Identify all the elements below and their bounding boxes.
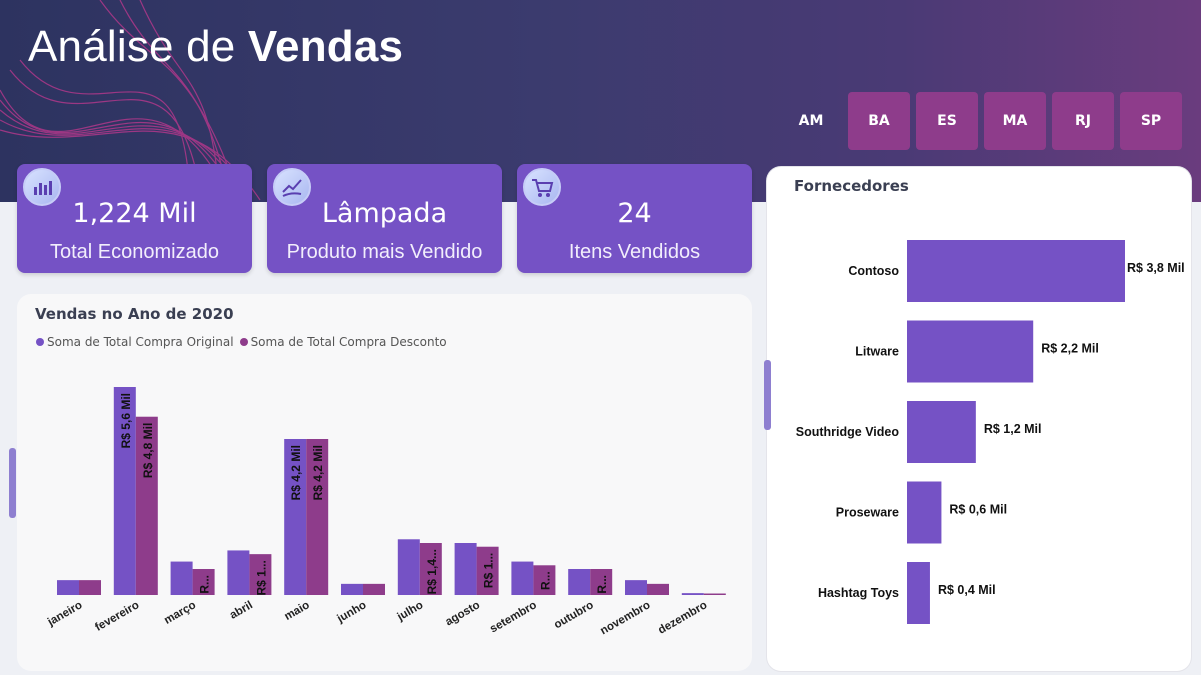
bar-data-label: R$ 1...	[482, 553, 496, 588]
kpi-value: Lâmpada	[321, 198, 448, 229]
x-tick-label: novembro	[598, 599, 652, 637]
bar-data-label: R$ 1,4...	[425, 549, 439, 594]
bar-agosto-original[interactable]	[454, 543, 477, 595]
state-filter-am[interactable]: AM	[780, 92, 842, 150]
kpi-label: Produto mais Vendido	[286, 241, 483, 263]
x-tick-label: março	[162, 599, 198, 627]
legend-item-desconto[interactable]: Soma de Total Compra Desconto	[239, 335, 447, 349]
y-tick-label: Contoso	[848, 264, 899, 278]
kpi-card-total-economizado: 1,224 Mil Total Economizado	[17, 164, 252, 273]
bar-abril-original[interactable]	[227, 550, 250, 595]
bar-setembro-original[interactable]	[511, 561, 534, 595]
bar-outubro-original[interactable]	[568, 569, 591, 595]
y-tick-label: Hashtag Toys	[818, 586, 899, 600]
legend-label: Soma de Total Compra Desconto	[250, 335, 447, 349]
bar-data-label: R$ 1...	[254, 560, 268, 595]
x-tick-label: julho	[395, 599, 426, 624]
bar-contoso[interactable]	[907, 240, 1125, 302]
state-filter-ba[interactable]: BA	[848, 92, 910, 150]
bar-data-label: R...	[198, 575, 212, 594]
x-tick-label: outubro	[552, 599, 596, 631]
legend-label: Soma de Total Compra Original	[47, 335, 234, 349]
state-filter-es[interactable]: ES	[916, 92, 978, 150]
bar-janeiro-original[interactable]	[57, 580, 79, 595]
y-tick-label: Southridge Video	[796, 425, 900, 439]
bar-proseware[interactable]	[907, 481, 942, 544]
bar-litware[interactable]	[907, 320, 1034, 383]
kpi-label: Total Economizado	[50, 241, 219, 263]
x-tick-label: junho	[335, 599, 369, 626]
legend-dot-icon	[36, 338, 44, 346]
bar-data-label: R$ 0,6 Mil	[949, 503, 1007, 517]
bar-data-label: R$ 5,6 Mil	[119, 393, 133, 448]
bar-data-label: R...	[538, 571, 552, 590]
x-tick-label: maio	[282, 599, 311, 623]
kpi-card-produto-mais-vendido: Lâmpada Produto mais Vendido	[267, 164, 502, 273]
x-tick-label: setembro	[488, 599, 539, 635]
bar-dezembro-original[interactable]	[681, 593, 704, 595]
bar-data-label: R$ 0,4 Mil	[938, 583, 996, 597]
bar-data-label: R$ 1,2 Mil	[984, 422, 1042, 436]
x-tick-label: agosto	[443, 599, 482, 628]
bar-dezembro-desconto[interactable]	[703, 593, 726, 595]
bar-julho-original[interactable]	[397, 539, 420, 595]
monthly-sales-bar-chart: janeiro R$ 5,6 Mil R$ 4,8 Mil fevereiro R...…	[45, 387, 726, 637]
kpi-value: 24	[617, 198, 652, 229]
state-filter-rj[interactable]: RJ	[1052, 92, 1114, 150]
x-tick-label: fevereiro	[93, 599, 141, 634]
x-tick-label: dezembro	[656, 599, 709, 637]
kpi-label: Itens Vendidos	[568, 241, 701, 263]
kpi-value: 1,224 Mil	[72, 198, 197, 229]
bar-janeiro-desconto[interactable]	[79, 580, 101, 595]
sales-chart-legend: Soma de Total Compra Original Soma de To…	[36, 335, 447, 349]
kpi-card-itens-vendidos: 24 Itens Vendidos	[517, 164, 752, 273]
bar-junho-desconto[interactable]	[363, 583, 385, 595]
state-filter-sp[interactable]: SP	[1120, 92, 1182, 150]
legend-dot-icon	[239, 338, 248, 346]
x-tick-label: janeiro	[45, 599, 85, 629]
bar-junho-original[interactable]	[341, 583, 363, 595]
bar-data-label: R$ 2,2 Mil	[1041, 342, 1099, 356]
bar-hashtag-toys[interactable]	[907, 562, 930, 624]
legend-item-original[interactable]: Soma de Total Compra Original	[36, 335, 234, 349]
y-tick-label: Litware	[855, 345, 899, 359]
suppliers-chart-title: Fornecedores	[794, 177, 909, 195]
panel-resize-handle[interactable]	[9, 448, 16, 518]
state-filter-ma[interactable]: MA	[984, 92, 1046, 150]
page-title: Análise de Vendas	[28, 22, 404, 71]
bar-data-label: R$ 4,8 Mil	[141, 423, 155, 478]
bar-março-original[interactable]	[170, 561, 193, 595]
y-tick-label: Proseware	[836, 506, 899, 520]
bar-data-label: R...	[595, 575, 609, 594]
bar-novembro-desconto[interactable]	[647, 583, 669, 595]
panel-resize-handle[interactable]	[764, 360, 771, 430]
bar-novembro-original[interactable]	[625, 580, 647, 595]
bar-data-label: R$ 4,2 Mil	[289, 445, 303, 500]
x-tick-label: abril	[228, 599, 255, 622]
suppliers-bar-chart: Contoso R$ 3,8 Mil Litware R$ 2,2 Mil Southr…	[796, 240, 1185, 624]
bar-data-label: R$ 4,2 Mil	[311, 445, 325, 500]
sales-chart-title: Vendas no Ano de 2020	[35, 305, 234, 323]
bar-southridge-video[interactable]	[907, 401, 976, 463]
bar-data-label: R$ 3,8 Mil	[1127, 261, 1185, 275]
